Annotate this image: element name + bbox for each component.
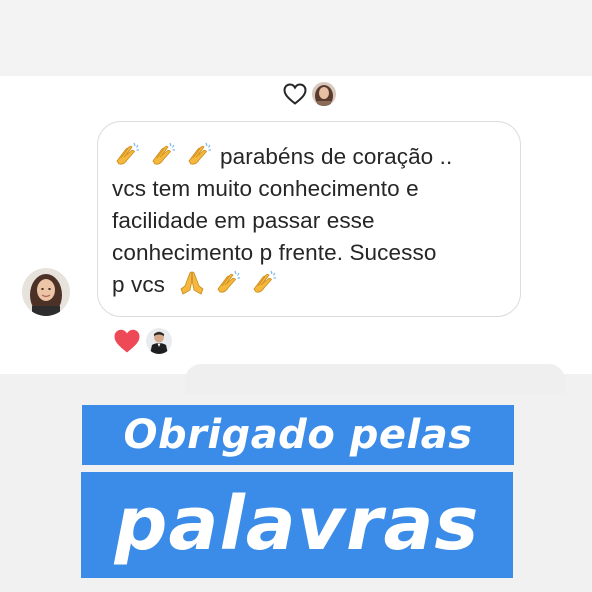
direct-message-screenshot: parabéns de coração .. vcs tem muito con…	[0, 76, 592, 394]
sender-avatar[interactable]	[22, 268, 70, 316]
story-caption-line-1[interactable]: Obrigado pelas	[82, 405, 514, 465]
message-line-4: conhecimento p frente. Sucesso	[112, 240, 437, 265]
message-text: parabéns de coração .. vcs tem muito con…	[112, 141, 512, 301]
message-line-2: vcs tem muito conhecimento e	[112, 176, 419, 201]
message-line-1-text: parabéns de coração ..	[220, 144, 453, 169]
message-line-5-text: p vcs	[112, 272, 166, 297]
clapping-hands-icon	[148, 141, 178, 169]
story-caption-line-2[interactable]: palavras	[81, 472, 513, 578]
message-reactions	[112, 327, 172, 355]
message-line-5: p vcs	[112, 269, 512, 301]
top-blank-area	[0, 0, 592, 78]
clapping-hands-icon	[213, 269, 243, 297]
clapping-hands-icon	[184, 141, 214, 169]
reactor-avatar[interactable]	[312, 82, 336, 106]
folded-hands-icon	[177, 269, 207, 297]
heart-outline-icon[interactable]	[282, 82, 308, 106]
next-message-bubble-edge	[185, 364, 565, 394]
message-line-1: parabéns de coração ..	[112, 141, 512, 173]
message-bubble[interactable]: parabéns de coração .. vcs tem muito con…	[97, 121, 521, 317]
clapping-hands-icon	[249, 269, 279, 297]
reactor-avatar[interactable]	[146, 328, 172, 354]
message-line-3: facilidade em passar esse	[112, 208, 375, 233]
previous-message-reactions	[282, 82, 336, 106]
story-screen: parabéns de coração .. vcs tem muito con…	[0, 0, 592, 592]
heart-filled-icon[interactable]	[112, 327, 142, 355]
clapping-hands-icon	[112, 141, 142, 169]
